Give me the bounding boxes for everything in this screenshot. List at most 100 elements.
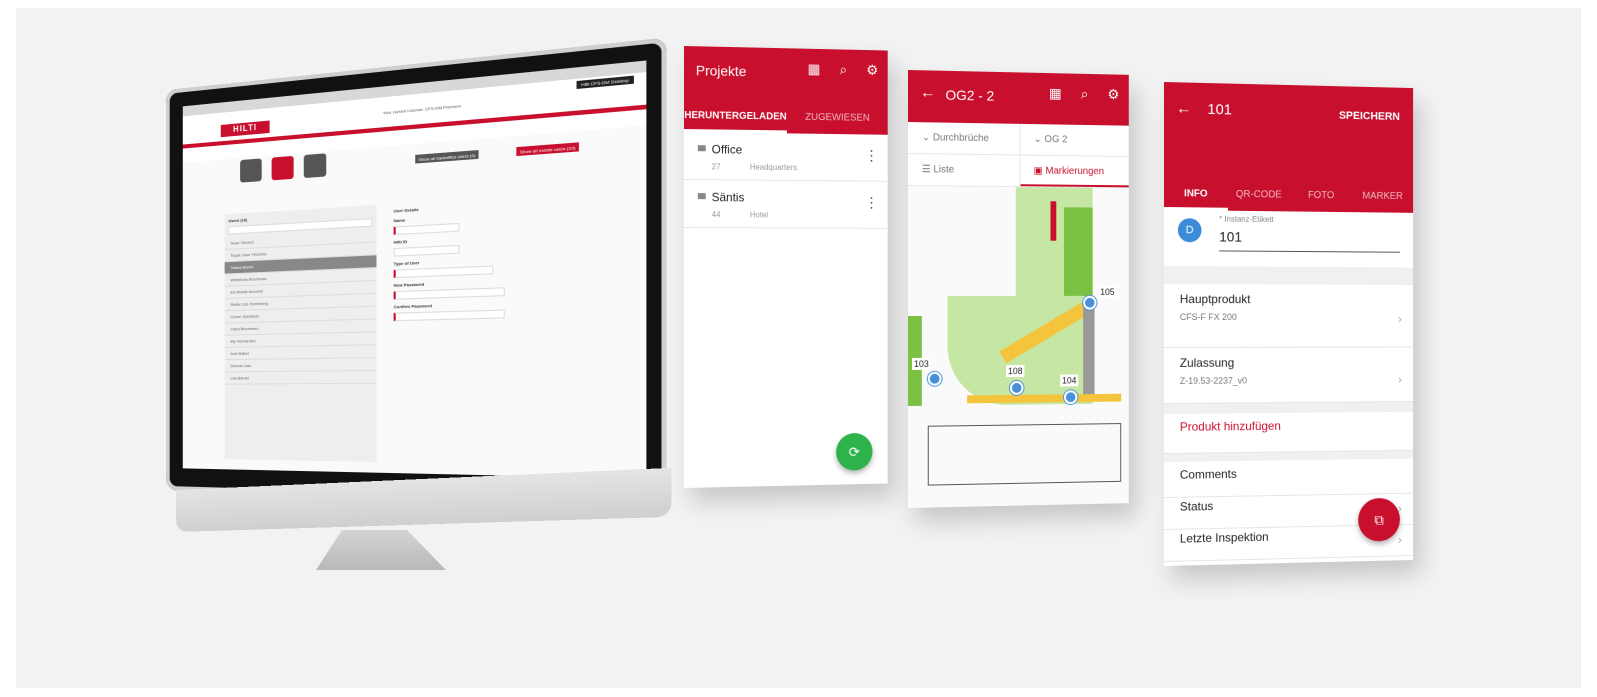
projects-appbar: Projekte ▦ ⌕ ⚙ HERUNTERGELADEN ZUGEWIESE…	[684, 46, 888, 135]
back-arrow-icon[interactable]: ←	[920, 84, 936, 102]
copy-icon: ⧉	[1374, 511, 1384, 528]
projects-tabs: HERUNTERGELADEN ZUGEWIESEN	[684, 100, 888, 135]
approval-value: Z-19.53-2237_v0	[1179, 375, 1248, 386]
qr-icon[interactable]: ▦	[808, 61, 821, 78]
marker-pin[interactable]	[927, 371, 942, 386]
projects-icon[interactable]	[240, 158, 262, 183]
tab-marker[interactable]: MARKER	[1352, 181, 1413, 213]
map-actions: ▦ ⌕ ⚙	[1049, 85, 1119, 103]
user-list: Users (16) Sean Vincent Teppe Sam Yliluom…	[224, 204, 377, 462]
chevron-right-icon: ›	[1398, 372, 1402, 387]
plan-corridor	[967, 393, 1122, 404]
desktop-nav	[240, 153, 327, 183]
save-button[interactable]: SPEICHERN	[1339, 110, 1400, 123]
project-location: Headquarters	[749, 162, 797, 173]
tab-downloaded[interactable]: HERUNTERGELADEN	[684, 100, 787, 134]
project-location: Hotel	[749, 210, 769, 220]
approval-label: Zulassung	[1179, 355, 1235, 370]
plan-wall	[1083, 305, 1095, 395]
marker-label: 103	[911, 357, 931, 370]
section-divider	[1164, 266, 1414, 286]
approval-row[interactable]: Zulassung Z-19.53-2237_v0 ›	[1164, 347, 1414, 404]
filter-row: ⌄ Durchbrüche ⌄ OG 2	[908, 122, 1129, 157]
monitor-stand	[316, 530, 446, 570]
view-markers[interactable]: ▣ Markierungen	[1020, 155, 1129, 188]
avatar: D	[1177, 218, 1202, 243]
sync-icon: ⟳	[848, 443, 860, 460]
plan-rooms	[927, 423, 1122, 486]
marketing-stage: HILTI Hilti CFS-DM Desktop Your current …	[16, 8, 1581, 688]
marker-label: 108	[1006, 365, 1025, 378]
tab-info[interactable]: INFO	[1164, 178, 1228, 211]
view-list[interactable]: ☰ Liste	[908, 154, 1021, 187]
license-text: Your current License: CFS-DM Premium	[382, 102, 462, 116]
comments-label: Comments	[1179, 466, 1237, 482]
detail-tabs: INFO QR-CODE FOTO MARKER	[1164, 178, 1413, 213]
plan-marker-area	[1050, 201, 1057, 241]
map-appbar: ← OG2 - 2 ▦ ⌕ ⚙	[908, 70, 1129, 126]
hilti-logo: HILTI	[220, 120, 270, 138]
tab-assigned[interactable]: ZUGEWIESEN	[787, 102, 888, 135]
hilti-id-field[interactable]	[393, 244, 460, 257]
sync-fab[interactable]: ⟳	[836, 432, 873, 471]
search-icon[interactable]: ⌕	[1081, 86, 1088, 103]
view-row: ☰ Liste ▣ Markierungen	[908, 154, 1129, 189]
comments-row[interactable]: Comments	[1164, 464, 1414, 498]
project-count: 27	[711, 162, 721, 172]
gear-icon[interactable]: ⚙	[866, 62, 878, 79]
type-select[interactable]	[393, 265, 494, 279]
detail-screen: ← 101 SPEICHERN INFO QR-CODE FOTO MARKER…	[1164, 82, 1414, 566]
main-product-value: CFS-F FX 200	[1179, 312, 1237, 323]
marker-pin[interactable]	[1063, 390, 1078, 405]
project-row[interactable]: Office 27 Headquarters ⋮	[684, 132, 888, 182]
marker-pin[interactable]	[1009, 380, 1024, 395]
show-backoffice-button[interactable]: Show all backoffice users (4)	[415, 150, 479, 164]
instance-field[interactable]: 101	[1219, 229, 1242, 245]
marker-label: 105	[1098, 286, 1117, 298]
project-meta: 44 Hotel	[698, 210, 875, 220]
chevron-right-icon: ›	[1398, 312, 1402, 326]
project-row[interactable]: Säntis 44 Hotel ⋮	[684, 180, 888, 229]
users-icon[interactable]	[271, 155, 294, 181]
projects-actions: ▦ ⌕ ⚙	[808, 61, 879, 79]
new-password-label: New Password	[393, 281, 425, 288]
user-list-item[interactable]: Lila Bahari	[224, 370, 377, 385]
project-name: Säntis	[698, 190, 875, 205]
tab-qr-code[interactable]: QR-CODE	[1227, 179, 1290, 212]
more-vert-icon[interactable]: ⋮	[865, 147, 878, 163]
desktop-screen: HILTI Hilti CFS-DM Desktop Your current …	[182, 60, 647, 479]
filter-floor[interactable]: ⌄ OG 2	[1020, 124, 1129, 156]
marker-pin[interactable]	[1083, 295, 1097, 310]
chevron-right-icon: ›	[1398, 532, 1402, 547]
show-mobile-button[interactable]: Show all mobile users (10)	[516, 142, 580, 157]
main-product-label: Hauptprodukt	[1179, 292, 1251, 307]
instance-underline	[1219, 250, 1400, 253]
add-product-link: Produkt hinzufügen	[1179, 418, 1281, 434]
section-divider	[1164, 401, 1414, 414]
main-product-row[interactable]: Hauptprodukt CFS-F FX 200 ›	[1164, 292, 1414, 348]
confirm-password-field[interactable]	[393, 309, 505, 322]
marker-label: 104	[1060, 374, 1079, 387]
desktop-monitor: HILTI Hilti CFS-DM Desktop Your current …	[166, 37, 672, 570]
company-icon[interactable]	[303, 153, 327, 179]
monitor-bezel: HILTI Hilti CFS-DM Desktop Your current …	[166, 37, 667, 505]
user-form: User Details Name Hilti ID Type of User …	[393, 192, 588, 420]
search-icon[interactable]: ⌕	[840, 61, 848, 78]
map-screen: ← OG2 - 2 ▦ ⌕ ⚙ ⌄ Durchbrüche ⌄ OG 2 ☰ L…	[908, 70, 1129, 508]
floor-plan[interactable]: 105 103 108 104	[908, 186, 1129, 508]
more-vert-icon[interactable]: ⋮	[865, 194, 878, 210]
gear-icon[interactable]: ⚙	[1107, 86, 1119, 103]
back-arrow-icon[interactable]: ←	[1176, 100, 1192, 118]
add-product-row[interactable]: Produkt hinzufügen	[1164, 417, 1414, 454]
new-password-field[interactable]	[393, 287, 505, 300]
name-field[interactable]	[393, 222, 460, 236]
user-list-items: Sean Vincent Teppe Sam Yliluoma Tawea Barr…	[224, 229, 377, 385]
project-name: Office	[698, 142, 875, 158]
tab-photo[interactable]: FOTO	[1290, 180, 1352, 212]
filter-penetrations[interactable]: ⌄ Durchbrüche	[908, 122, 1021, 155]
qr-icon[interactable]: ▦	[1049, 85, 1062, 102]
project-meta: 27 Headquarters	[698, 162, 875, 173]
projects-screen: Projekte ▦ ⌕ ⚙ HERUNTERGELADEN ZUGEWIESE…	[684, 46, 888, 488]
project-count: 44	[711, 210, 721, 220]
instance-label: * Instanz-Etikett	[1219, 214, 1274, 225]
